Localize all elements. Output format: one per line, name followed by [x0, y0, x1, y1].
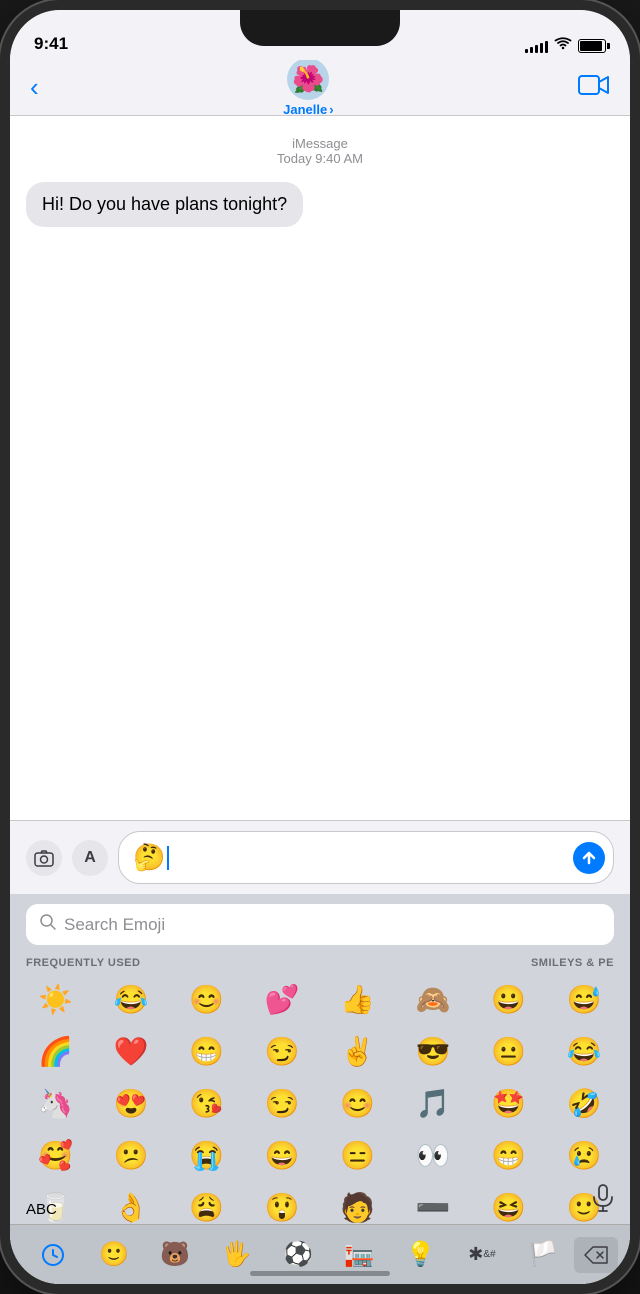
emoji-toolbar-objects[interactable]: 💡: [390, 1233, 451, 1277]
emoji-grin2[interactable]: 😄: [245, 1133, 321, 1177]
abc-label[interactable]: ABC: [10, 1201, 73, 1218]
emoji-beaming[interactable]: 😁: [169, 1029, 245, 1073]
nav-header: ‹ 🌺 Janelle ›: [10, 60, 630, 116]
frequently-used-label: FREQUENTLY USED: [26, 957, 140, 969]
emoji-toolbar-recent[interactable]: [22, 1233, 83, 1277]
emoji-smirk[interactable]: 😏: [245, 1029, 321, 1073]
emoji-stars[interactable]: 🤩: [471, 1081, 547, 1125]
message-bubble: Hi! Do you have plans tonight?: [26, 182, 303, 227]
emoji-monkey[interactable]: 🙈: [396, 977, 472, 1021]
contact-info[interactable]: 🌺 Janelle ›: [283, 58, 333, 117]
emoji-toolbar-items: 🙂 🐻 🖐 ⚽ 🏣 💡 ✱&# 🏳️: [22, 1233, 574, 1277]
battery-fill: [580, 41, 602, 51]
message-container: Hi! Do you have plans tonight?: [10, 176, 630, 233]
emoji-grin[interactable]: 😀: [471, 977, 547, 1021]
emoji-heart[interactable]: ❤️: [94, 1029, 170, 1073]
emoji-heart-eyes[interactable]: 😍: [94, 1081, 170, 1125]
input-emoji: 🤔: [133, 842, 165, 873]
emoji-sob[interactable]: 😭: [169, 1133, 245, 1177]
emoji-cry[interactable]: 😢: [547, 1133, 623, 1177]
status-icons: [525, 37, 606, 54]
emoji-toolbar-animals[interactable]: 🐻: [145, 1233, 206, 1277]
send-button[interactable]: [573, 842, 605, 874]
video-call-button[interactable]: [578, 73, 610, 103]
signal-bar-1: [525, 49, 528, 53]
phone-frame: 9:41 ‹: [0, 0, 640, 1294]
emoji-sun[interactable]: ☀️: [18, 977, 94, 1021]
emoji-kiss[interactable]: 😘: [169, 1081, 245, 1125]
emoji-music[interactable]: 🎵: [396, 1081, 472, 1125]
emoji-grid-row4: 🥰 😕 😭 😄 😑 👀 😁 😢: [10, 1129, 630, 1181]
home-indicator: [250, 1271, 390, 1276]
emoji-expressionless[interactable]: 😑: [320, 1133, 396, 1177]
emoji-thumbsup[interactable]: 👍: [320, 977, 396, 1021]
emoji-smile[interactable]: 😊: [169, 977, 245, 1021]
emoji-minus[interactable]: ➖: [396, 1185, 472, 1229]
appstore-button[interactable]: A: [72, 840, 108, 876]
emoji-peace[interactable]: ✌️: [320, 1029, 396, 1073]
emoji-neutral[interactable]: 😐: [471, 1029, 547, 1073]
emoji-keyboard: Search Emoji FREQUENTLY USED SMILEYS & P…: [10, 894, 630, 1284]
contact-name: Janelle ›: [283, 102, 333, 117]
emoji-smile2[interactable]: 😊: [320, 1081, 396, 1125]
emoji-laugh-cry2[interactable]: 😂: [547, 1029, 623, 1073]
emoji-rainbow[interactable]: 🌈: [18, 1029, 94, 1073]
imessage-label: iMessage Today 9:40 AM: [10, 116, 630, 176]
emoji-sunglasses[interactable]: 😎: [396, 1029, 472, 1073]
emoji-squint[interactable]: 😆: [471, 1185, 547, 1229]
search-icon: [40, 914, 56, 935]
emoji-hearts[interactable]: 💕: [245, 977, 321, 1021]
signal-bar-2: [530, 47, 533, 53]
emoji-person[interactable]: 🧑: [320, 1185, 396, 1229]
back-button[interactable]: ‹: [30, 72, 39, 103]
emoji-toolbar-hand[interactable]: 🖐: [206, 1233, 267, 1277]
text-cursor: [167, 846, 169, 870]
emoji-search-bar[interactable]: Search Emoji: [26, 904, 614, 945]
emoji-laugh2[interactable]: 😁: [471, 1133, 547, 1177]
emoji-weary[interactable]: 😩: [169, 1185, 245, 1229]
emoji-toolbar-flags[interactable]: 🏳️: [513, 1233, 574, 1277]
avatar: 🌺: [287, 58, 329, 100]
emoji-toolbar-sports[interactable]: ⚽: [267, 1233, 328, 1277]
signal-bars: [525, 39, 548, 53]
emoji-grid-row1: ☀️ 😂 😊 💕 👍 🙈 😀 😅: [10, 973, 630, 1025]
message-input[interactable]: 🤔: [118, 831, 614, 884]
emoji-wink[interactable]: 😏: [245, 1081, 321, 1125]
emoji-sweat-smile[interactable]: 😅: [547, 977, 623, 1021]
emoji-toolbar-travel[interactable]: 🏣: [329, 1233, 390, 1277]
signal-bar-3: [535, 45, 538, 53]
message-timestamp: Today 9:40 AM: [10, 151, 630, 166]
contact-chevron: ›: [329, 102, 333, 117]
emoji-laugh-cry[interactable]: 😂: [94, 977, 170, 1021]
wifi-icon: [554, 37, 572, 54]
emoji-grid-row3: 🦄 😍 😘 😏 😊 🎵 🤩 🤣: [10, 1077, 630, 1129]
emoji-rofl[interactable]: 🤣: [547, 1081, 623, 1125]
emoji-ok[interactable]: 👌: [94, 1185, 170, 1229]
emoji-section-header: FREQUENTLY USED SMILEYS & PE: [10, 953, 630, 973]
emoji-astonished[interactable]: 😲: [245, 1185, 321, 1229]
emoji-smiling-hearts[interactable]: 🥰: [18, 1133, 94, 1177]
microphone-icon[interactable]: [592, 1184, 614, 1218]
search-placeholder: Search Emoji: [64, 915, 165, 935]
emoji-unicorn[interactable]: 🦄: [18, 1081, 94, 1125]
smileys-label: SMILEYS & PE: [531, 957, 614, 969]
camera-button[interactable]: [26, 840, 62, 876]
signal-bar-5: [545, 41, 548, 53]
emoji-grid-row2: 🌈 ❤️ 😁 😏 ✌️ 😎 😐 😂: [10, 1025, 630, 1077]
volume-down-button: [0, 310, 2, 380]
emoji-toolbar-symbols[interactable]: ✱&#: [451, 1233, 512, 1277]
volume-up-button: [0, 220, 2, 290]
emoji-eyes[interactable]: 👀: [396, 1133, 472, 1177]
notch: [240, 10, 400, 46]
signal-bar-4: [540, 43, 543, 53]
emoji-confused[interactable]: 😕: [94, 1133, 170, 1177]
battery-icon: [578, 39, 606, 53]
silent-switch: [0, 150, 2, 195]
input-area: A 🤔: [10, 820, 630, 894]
delete-button[interactable]: [574, 1237, 618, 1273]
emoji-toolbar-smileys[interactable]: 🙂: [83, 1233, 144, 1277]
